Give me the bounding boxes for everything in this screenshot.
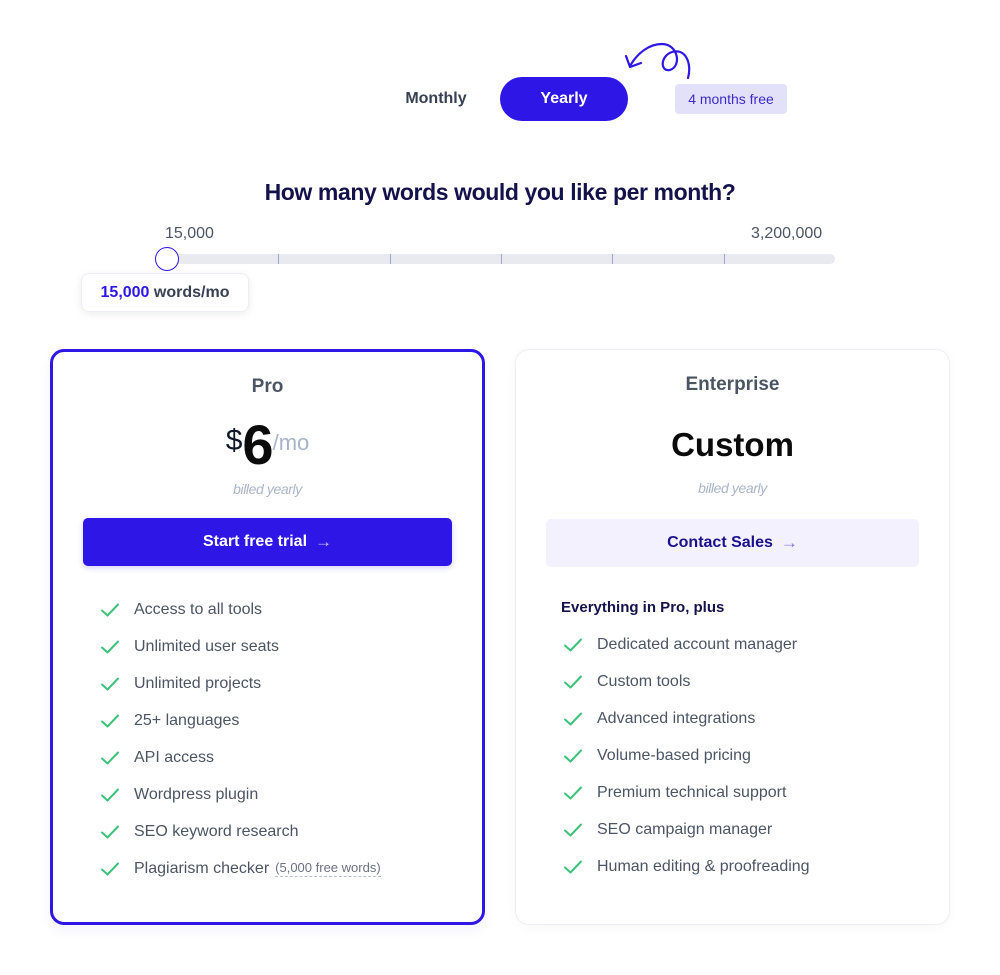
words-question-heading: How many words would you like per month? [264, 179, 736, 205]
feature-label: Unlimited projects [134, 674, 262, 692]
tooltip-unit: words/mo [153, 284, 230, 301]
feature-label: Plagiarism checker [134, 859, 270, 877]
feature-label: Premium technical support [597, 783, 787, 801]
slider-tick [278, 254, 280, 264]
feature-item: Custom tools [563, 663, 810, 700]
slider-min-label: 15,000 [165, 225, 214, 242]
feature-item: Premium technical support [563, 774, 810, 811]
plan-card-enterprise: Enterprise Custom billed yearly Contact … [515, 349, 950, 925]
feature-item: Wordpress plugin [100, 776, 381, 813]
feature-item: Unlimited projects [100, 665, 381, 702]
features-heading: Everything in Pro, plus [561, 599, 725, 616]
words-slider-track[interactable] [155, 247, 835, 271]
slider-max-label: 3,200,000 [751, 225, 823, 242]
curly-arrow-icon [624, 42, 691, 80]
cta-label: Start free trial [202, 533, 308, 550]
slider-tick [501, 254, 502, 264]
feature-label: 25+ languages [134, 711, 240, 729]
check-icon [101, 640, 119, 653]
check-icon [101, 603, 119, 616]
check-icon [101, 677, 119, 690]
arrow-right-icon: → [315, 532, 333, 551]
feature-label: SEO campaign manager [597, 820, 773, 838]
plan-card-pro: Pro $6/mo billed yearly Start free trial… [50, 349, 485, 925]
billing-yearly-button[interactable]: Yearly [500, 77, 628, 121]
words-slider-thumb[interactable] [155, 247, 179, 271]
feature-label: Dedicated account manager [597, 635, 798, 653]
words-slider-tooltip: 15,000 words/mo [81, 273, 249, 312]
feature-label: Unlimited user seats [134, 637, 279, 655]
slider-tick [723, 254, 725, 264]
feature-label: API access [134, 748, 215, 766]
feature-label: Access to all tools [134, 600, 263, 618]
enterprise-feature-list: Dedicated account manager Custom tools Adv… [563, 626, 810, 885]
feature-item: Volume-based pricing [563, 737, 810, 774]
check-icon [101, 788, 119, 801]
check-icon [101, 751, 119, 764]
feature-note[interactable]: (5,000 free words) [275, 860, 381, 877]
tooltip-word-count: 15,000 [100, 284, 150, 301]
feature-item: Dedicated account manager [563, 626, 810, 663]
pro-feature-list: Access to all tools Unlimited user seats U… [100, 591, 381, 887]
check-icon [564, 712, 582, 725]
feature-item: Access to all tools [100, 591, 381, 628]
start-free-trial-button[interactable]: Start free trial → [83, 518, 452, 566]
feature-item: 25+ languages [100, 702, 381, 739]
feature-label: Custom tools [597, 672, 691, 690]
price-custom: Custom [671, 426, 794, 463]
slider-tick [389, 254, 391, 264]
plan-name: Enterprise [685, 374, 780, 395]
billed-note: billed yearly [233, 481, 302, 497]
feature-item: SEO campaign manager [563, 811, 810, 848]
contact-sales-button[interactable]: Contact Sales → [546, 519, 919, 567]
check-icon [564, 786, 582, 799]
arrow-right-icon: → [780, 533, 798, 552]
check-icon [101, 862, 119, 875]
billing-monthly-button[interactable]: Monthly [396, 84, 476, 114]
feature-label: SEO keyword research [134, 822, 299, 840]
feature-item: Unlimited user seats [100, 628, 381, 665]
price: $6/mo [53, 412, 482, 477]
slider-tick [612, 254, 614, 264]
price-amount: 6 [242, 413, 273, 476]
check-icon [564, 638, 582, 651]
months-free-badge: 4 months free [675, 84, 787, 114]
check-icon [101, 714, 119, 727]
check-icon [564, 823, 582, 836]
feature-label: Advanced integrations [597, 709, 756, 727]
check-icon [101, 825, 119, 838]
check-icon [564, 860, 582, 873]
feature-item: Human editing & proofreading [563, 848, 810, 885]
feature-item: Advanced integrations [563, 700, 810, 737]
feature-label: Volume-based pricing [597, 746, 751, 764]
cta-label: Contact Sales [667, 534, 773, 551]
price-period: /mo [272, 430, 310, 455]
check-icon [564, 675, 582, 688]
check-icon [564, 749, 582, 762]
feature-item: API access [100, 739, 381, 776]
price-currency: $ [225, 424, 243, 457]
billed-note: billed yearly [698, 480, 767, 496]
feature-label: Wordpress plugin [134, 785, 259, 803]
feature-label: Human editing & proofreading [597, 857, 810, 875]
feature-item: Plagiarism checker (5,000 free words) [100, 850, 381, 887]
plan-name: Pro [251, 376, 284, 397]
feature-item: SEO keyword research [100, 813, 381, 850]
